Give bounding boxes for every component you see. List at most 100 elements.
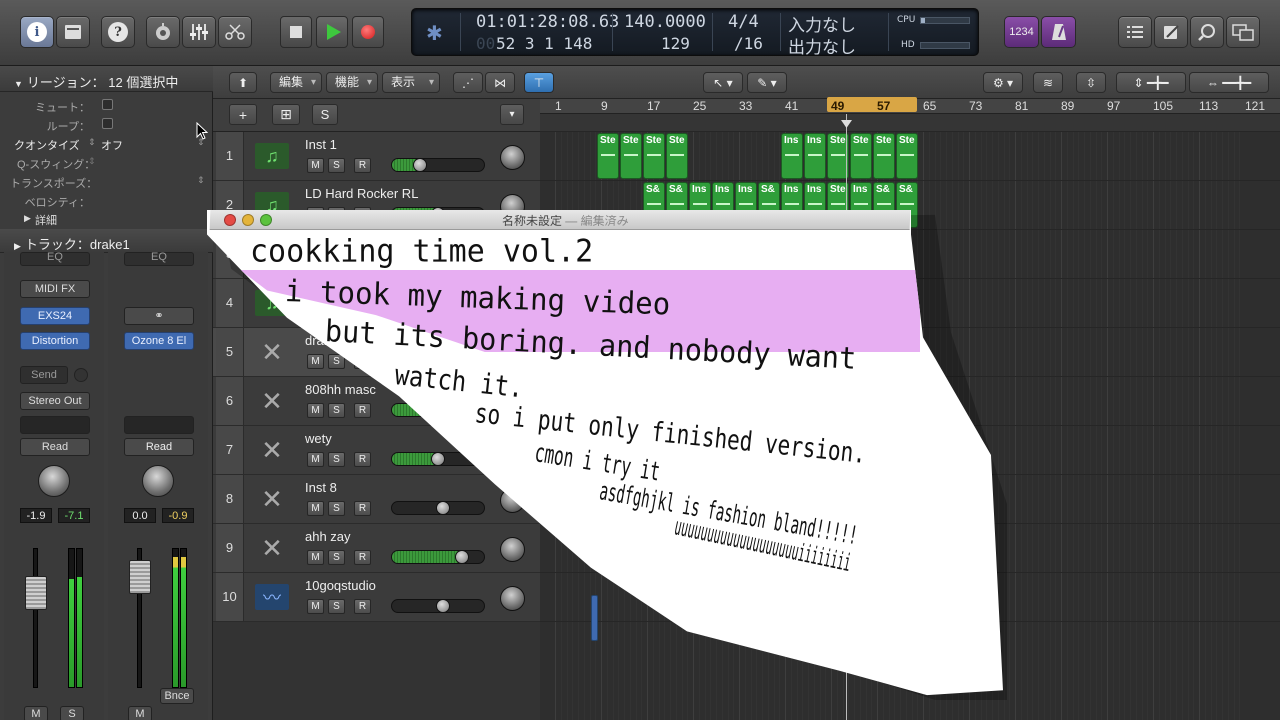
lcd-display[interactable]: ✱ 01:01:28:08.63 00 52 3 1 148 140.0000 …: [411, 8, 979, 58]
track-mute-button[interactable]: M: [307, 158, 324, 173]
volume-value[interactable]: 0.0: [124, 508, 156, 523]
text-document-window[interactable]: 名称未設定 — 編集済み cookking time vol.2 i took …: [207, 210, 1007, 700]
mute-button[interactable]: M: [24, 706, 48, 720]
swing-row[interactable]: Q-スウィング： ⇕: [0, 153, 213, 172]
minimize-button-icon[interactable]: [241, 214, 255, 226]
velocity-row[interactable]: ベロシティ：: [0, 191, 213, 210]
peak-value[interactable]: -0.9: [162, 508, 194, 523]
eq-slot[interactable]: EQ: [20, 252, 90, 266]
count-in-button[interactable]: 1234: [1004, 16, 1039, 48]
horizontal-zoom-slider[interactable]: ⇔ ━━╋━: [1189, 72, 1269, 93]
loop-browser-icon[interactable]: [1190, 16, 1224, 48]
document-line-1[interactable]: cookking time vol.2: [250, 233, 593, 270]
back-arrow-icon[interactable]: ⬆: [229, 72, 257, 93]
midi-region[interactable]: Ste: [666, 133, 688, 179]
track-volume-slider[interactable]: [391, 158, 485, 172]
track-name[interactable]: LD Hard Rocker RL: [305, 186, 418, 201]
vertical-zoom-icon[interactable]: ⇳: [1076, 72, 1106, 93]
marker-lane[interactable]: [540, 114, 1280, 132]
new-folder-icon[interactable]: ⊞: [272, 104, 300, 125]
track-inspector-header[interactable]: ▶ トラック：drake1: [0, 229, 213, 253]
midi-region[interactable]: Ste: [850, 133, 872, 179]
midi-region[interactable]: Ins: [781, 133, 803, 179]
view-menu[interactable]: 表示: [382, 72, 440, 93]
pan-knob[interactable]: [38, 465, 70, 497]
track-name[interactable]: Inst 1: [305, 137, 337, 152]
output-slot[interactable]: Stereo Out: [20, 392, 90, 410]
pointer-tool-icon[interactable]: ↖ ▾: [703, 72, 743, 93]
solo-button[interactable]: S: [60, 706, 84, 720]
pencil-tool-icon[interactable]: ✎ ▾: [747, 72, 787, 93]
snap-icon[interactable]: ⊤: [524, 72, 554, 93]
functions-menu[interactable]: 機能: [326, 72, 378, 93]
settings-gear-icon[interactable]: ⚙ ▾: [983, 72, 1023, 93]
pan-knob[interactable]: [142, 465, 174, 497]
record-button[interactable]: [352, 16, 384, 48]
track-solo-button[interactable]: S: [328, 158, 345, 173]
link-icon[interactable]: ⚭: [124, 307, 194, 325]
track-pan-knob[interactable]: [500, 145, 525, 170]
peak-value[interactable]: -7.1: [58, 508, 90, 523]
transpose-row[interactable]: トランスポーズ： ⇕: [0, 172, 213, 191]
library-icon[interactable]: [56, 16, 90, 48]
mixer-icon[interactable]: [182, 16, 216, 48]
document-titlebar[interactable]: 名称未設定 — 編集済み: [209, 210, 911, 230]
document-line-5[interactable]: so i put only finished version.: [473, 398, 867, 470]
play-button[interactable]: [316, 16, 348, 48]
group-slot[interactable]: [20, 416, 90, 434]
midi-fx-slot[interactable]: MIDI FX: [20, 280, 90, 298]
midi-region[interactable]: Ste: [643, 133, 665, 179]
midi-region[interactable]: Ste: [597, 133, 619, 179]
zoom-button-icon[interactable]: [259, 214, 273, 226]
notepad-icon[interactable]: [1154, 16, 1188, 48]
track-record-button[interactable]: R: [354, 158, 371, 173]
region-inspector-header[interactable]: ▼ リージョン： 12 個選択中: [0, 66, 213, 92]
automation-mode[interactable]: Read: [124, 438, 194, 456]
volume-fader[interactable]: [129, 560, 151, 594]
details-row[interactable]: ▶ 詳細: [0, 210, 213, 229]
media-browser-icon[interactable]: [1226, 16, 1260, 48]
region-label: S&: [646, 184, 660, 195]
edit-menu[interactable]: 編集: [270, 72, 322, 93]
midi-region[interactable]: Ste: [873, 133, 895, 179]
help-icon[interactable]: ?: [101, 16, 135, 48]
automation-mode[interactable]: Read: [20, 438, 90, 456]
instrument-slot[interactable]: EXS24: [20, 307, 90, 325]
midi-region[interactable]: Ins: [804, 133, 826, 179]
track-row[interactable]: 1 ♫ Inst 1 MSR: [213, 132, 540, 181]
popup-arrows-icon[interactable]: ⇕: [197, 175, 205, 186]
stop-button[interactable]: [280, 16, 312, 48]
volume-value[interactable]: -1.9: [20, 508, 52, 523]
mute-button[interactable]: M: [128, 706, 152, 720]
region-notes: [854, 154, 868, 156]
waveform-zoom-icon[interactable]: ≋: [1033, 72, 1063, 93]
send-knob[interactable]: [74, 368, 88, 382]
catch-icon[interactable]: ⋰: [453, 72, 483, 93]
global-solo-button[interactable]: S: [312, 104, 338, 125]
close-button-icon[interactable]: [223, 214, 237, 226]
group-slot[interactable]: [124, 416, 194, 434]
insert-slot-ozone[interactable]: Ozone 8 El: [124, 332, 194, 350]
volume-fader[interactable]: [25, 576, 47, 610]
bounce-button[interactable]: Bnce: [160, 688, 194, 704]
smart-controls-icon[interactable]: [146, 16, 180, 48]
document-line-4[interactable]: watch it.: [393, 358, 525, 404]
send-slot[interactable]: Send: [20, 366, 68, 384]
scissors-icon[interactable]: [218, 16, 252, 48]
track-menu-chevron-icon[interactable]: ▾: [500, 104, 524, 125]
eq-slot[interactable]: EQ: [124, 252, 194, 266]
list-editors-icon[interactable]: [1118, 16, 1152, 48]
loop-checkbox[interactable]: [102, 118, 113, 129]
mute-checkbox[interactable]: [102, 99, 113, 110]
midi-region[interactable]: Ste: [620, 133, 642, 179]
vertical-zoom-slider[interactable]: ⇕ ━╋━: [1116, 72, 1186, 93]
add-track-button[interactable]: +: [229, 104, 257, 125]
quantize-row[interactable]: クオンタイズ ⇕ オフ ⇕: [0, 134, 213, 153]
volume-fader-track[interactable]: [33, 548, 38, 688]
flex-icon[interactable]: ⋈: [485, 72, 515, 93]
midi-region[interactable]: Ste: [896, 133, 918, 179]
info-icon[interactable]: i: [20, 16, 54, 48]
insert-slot-distortion[interactable]: Distortion: [20, 332, 90, 350]
metronome-icon[interactable]: [1041, 16, 1076, 48]
lcd-gear-icon[interactable]: ✱: [426, 21, 443, 46]
